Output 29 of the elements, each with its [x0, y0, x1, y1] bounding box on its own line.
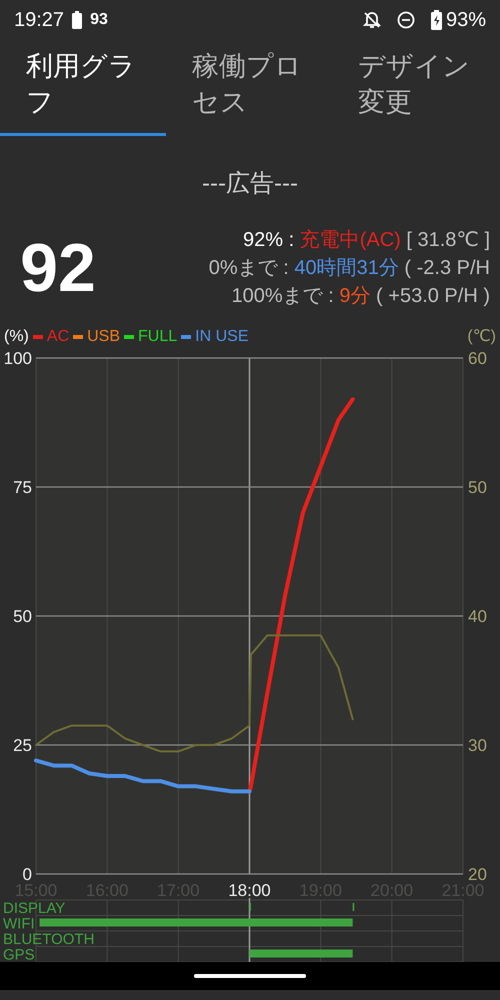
row-label: WIFI	[3, 916, 35, 932]
y-axis-label: 50	[13, 607, 32, 626]
status-line: 0%まで : 40時間31分 ( -2.3 P/H	[208, 256, 490, 281]
battery-gauge-value: 92	[19, 234, 97, 302]
status-line: 100%まで : 9分 ( +53.0 P/H )	[232, 284, 490, 309]
y-axis-label: 40	[468, 607, 487, 626]
row-label: BLUETOOTH	[3, 931, 94, 948]
battery-level: 93	[90, 10, 108, 30]
axis-unit: (℃)	[467, 327, 496, 347]
axis-unit: (%)	[4, 327, 29, 347]
y-axis-label: 75	[13, 478, 32, 497]
row-label: GPS	[3, 946, 35, 962]
ad-label: ---広告---	[202, 170, 298, 197]
row-label: DISPLAY	[3, 900, 66, 917]
status-line: 92% : 充電中(AC) [ 31.8℃ ]	[243, 228, 490, 253]
y-axis-label: 100	[4, 350, 32, 368]
legend-label: USB	[87, 327, 120, 347]
y-axis-label: 50	[468, 478, 487, 497]
x-axis-label: 18:00	[228, 881, 271, 898]
y-axis-label: 60	[468, 350, 487, 368]
y-axis-label: 20	[468, 865, 487, 884]
legend-label: FULL	[138, 327, 178, 347]
y-axis-label: 0	[22, 865, 32, 884]
legend-label: IN USE	[195, 327, 248, 347]
clock: 19:27	[14, 8, 64, 33]
y-axis-label: 25	[13, 736, 32, 755]
battery-percent: 93%	[446, 8, 486, 33]
y-axis-label: 30	[468, 736, 487, 755]
legend-label: AC	[46, 327, 70, 347]
